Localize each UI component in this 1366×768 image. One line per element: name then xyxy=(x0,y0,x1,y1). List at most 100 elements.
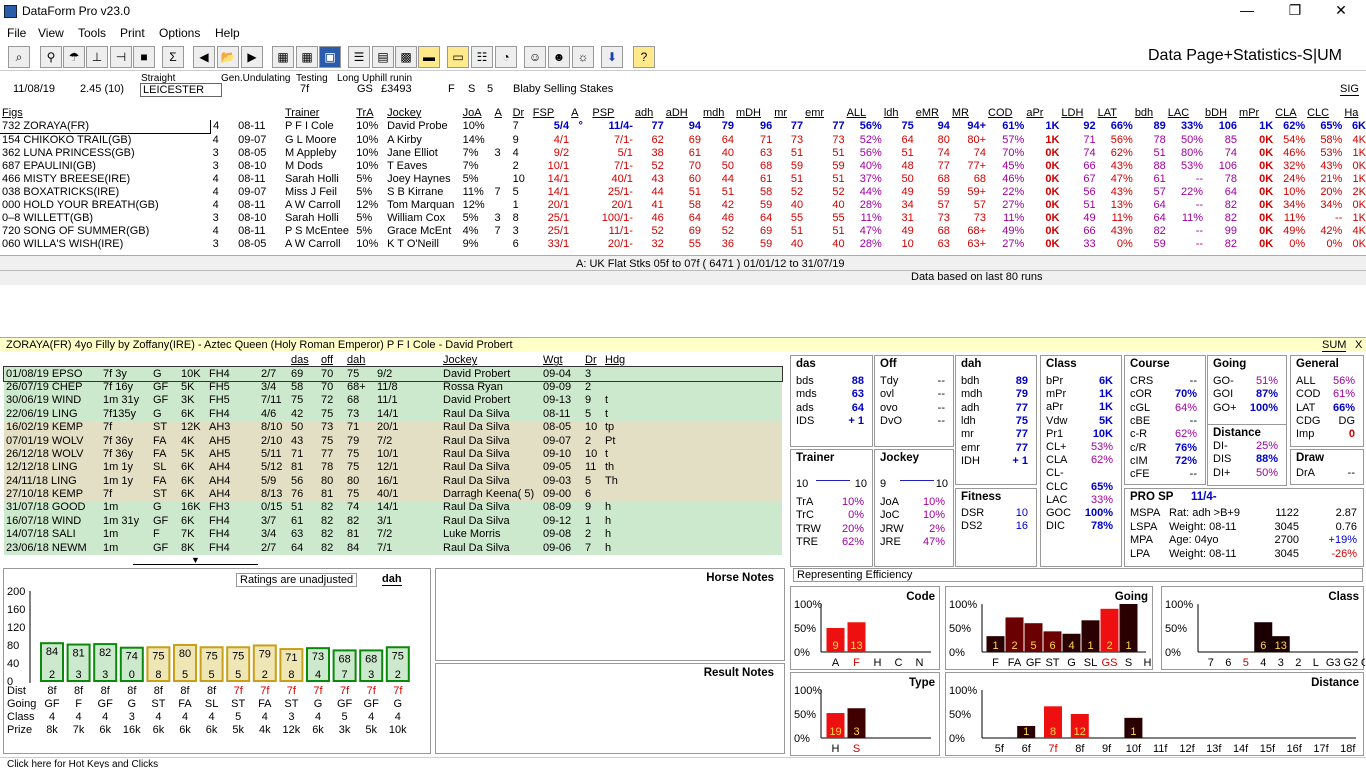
runner-row[interactable]: 154 CHIKOKO TRAIL(GB) 4 09-07 G L Moore 10% A… xyxy=(0,134,1366,148)
scroll-arrow[interactable]: ▼ xyxy=(133,556,258,565)
table-icon[interactable]: ☰ xyxy=(348,46,370,68)
close-icon[interactable]: ✕ xyxy=(1326,2,1356,19)
form-row[interactable]: 14/07/18 SALI 1m F 7K FH4 3/4 63 82 81 7/2 Luke Mo… xyxy=(4,528,782,542)
close-panel-icon[interactable]: X xyxy=(1355,339,1362,351)
runners-header-cell[interactable]: MR xyxy=(950,106,986,120)
list-icon[interactable]: ☷ xyxy=(471,46,493,68)
runners-header-cell[interactable]: CLA xyxy=(1273,106,1305,120)
runner-row[interactable]: 732 ZORAYA(FR) 4 08-11 P F I Cole 10% David P… xyxy=(0,120,1366,134)
eff-code-panel[interactable]: Code 100% 50% 0% 9 A 13 F H C N xyxy=(790,586,940,670)
runners-header-cell[interactable]: mr xyxy=(772,106,803,120)
folder-icon[interactable]: ▭ xyxy=(447,46,469,68)
runners-header-cell[interactable]: mdh xyxy=(701,106,734,120)
runners-header-cell[interactable] xyxy=(211,106,237,120)
form-header-cell[interactable]: dah xyxy=(345,354,375,367)
eff-class-panel[interactable]: Class100%50%0%765641332LG3G2G1 xyxy=(1161,586,1365,670)
runners-header-cell[interactable]: PSP xyxy=(590,106,633,120)
bulb-icon[interactable]: ☼ xyxy=(572,46,594,68)
runners-header-cell[interactable] xyxy=(236,106,283,120)
umbrella-icon[interactable]: ☂ xyxy=(63,46,85,68)
runner-row[interactable]: 687 EPAULINI(GB) 3 08-10 M Dods 10% T Eaves 7%… xyxy=(0,160,1366,173)
form-row[interactable]: 24/11/18 LING 1m 1y FA 6K AH4 5/9 56 80 80 16/1 Ra… xyxy=(4,474,782,488)
square-icon[interactable]: ■ xyxy=(133,46,155,68)
arrow-down-icon[interactable]: ⬇ xyxy=(601,46,623,68)
form-header-cell[interactable] xyxy=(4,354,101,367)
runners-header-cell[interactable]: CLC xyxy=(1305,106,1342,120)
runners-header-cell[interactable]: mPr xyxy=(1237,106,1273,120)
runners-header-cell[interactable]: TrA xyxy=(354,106,385,120)
runners-header-cell[interactable]: mDH xyxy=(734,106,772,120)
folder-open-icon[interactable]: 📂 xyxy=(217,46,239,68)
off-panel[interactable]: Off Tdy -- ovl -- ovo -- DvO -- xyxy=(874,355,954,447)
dots-icon[interactable]: ▩ xyxy=(395,46,417,68)
course-name[interactable]: LEICESTER xyxy=(140,83,222,97)
form-header-cell[interactable] xyxy=(151,354,179,367)
form-row[interactable]: 23/06/18 NEWM 1m GF 8K FH4 2/7 64 82 84 7/1 Raul D… xyxy=(4,541,782,555)
pin-icon[interactable]: ⊥ xyxy=(86,46,108,68)
runner-row[interactable]: 362 LUNA PRINCESS(GB) 3 08-05 M Appleby 10% J… xyxy=(0,147,1366,160)
next-icon[interactable]: ▶ xyxy=(241,46,263,68)
runner-row[interactable]: 720 SONG OF SUMMER(GB) 4 08-11 P S McEntee 5… xyxy=(0,225,1366,238)
trainer-panel[interactable]: Trainer TrA 10% TrC 0% TRW 20% TRE 62% 10 10 xyxy=(790,449,873,567)
runners-header-cell[interactable]: LDH xyxy=(1059,106,1095,120)
people-icon[interactable]: ☻ xyxy=(548,46,570,68)
form-row[interactable]: 07/01/19 WOLV 7f 36y FA 4K AH5 2/10 43 75 79 7/2 R… xyxy=(4,434,782,448)
menu-tools[interactable]: Tools xyxy=(78,26,106,40)
runners-header-cell[interactable]: Dr xyxy=(511,106,531,120)
result-notes-panel[interactable]: Result Notes xyxy=(435,663,785,754)
runners-header-cell[interactable]: bdh xyxy=(1133,106,1166,120)
runners-header-cell[interactable]: LAT xyxy=(1096,106,1133,120)
person-icon[interactable]: ☺ xyxy=(524,46,546,68)
runner-row[interactable]: 0–8 WILLETT(GB) 3 08-10 Sarah Holli 5% Willia… xyxy=(0,212,1366,225)
runner-row[interactable]: 038 BOXATRICKS(IRE) 4 09-07 Miss J Feil 5% S … xyxy=(0,186,1366,199)
form-header-cell[interactable]: off xyxy=(319,354,345,367)
runners-header-cell[interactable]: aPr xyxy=(1024,106,1059,120)
form-header-cell[interactable]: Hdg xyxy=(603,354,782,367)
das-panel[interactable]: das bds 88 mds 63 ads 64 IDS + 1 xyxy=(790,355,873,447)
form-row[interactable]: 01/08/19 EPSO 7f 3y G 10K FH4 2/7 69 70 75 9/2 Dav… xyxy=(3,366,783,382)
binoculars-icon[interactable]: ⌕ xyxy=(8,46,30,68)
distance-panel[interactable]: Distance DI- 25% DIS 88% DI+ 50% xyxy=(1207,424,1287,486)
menu-help[interactable]: Help xyxy=(215,26,240,40)
status-bar[interactable]: Click here for Hot Keys and Clicks xyxy=(0,757,1366,768)
runners-header-cell[interactable]: A xyxy=(569,106,590,120)
runners-header-cell[interactable]: ldh xyxy=(882,106,914,120)
form-row[interactable]: 16/07/18 WIND 1m 31y GF 6K FH4 3/7 61 82 82 3/1 Ra… xyxy=(4,514,782,529)
runners-header-cell[interactable]: Jockey xyxy=(385,106,461,120)
runners-header-cell[interactable]: COD xyxy=(986,106,1024,120)
menu-file[interactable]: File xyxy=(7,26,26,40)
form-row[interactable]: 22/06/19 LING 7f135y G 6K FH4 4/6 42 75 73 14/1 Ra… xyxy=(4,407,782,421)
split-icon[interactable]: ▤ xyxy=(372,46,394,68)
form-row[interactable]: 26/07/19 CHEP 7f 16y GF 5K FH5 3/4 58 70 68+ 11/8… xyxy=(4,380,782,395)
form-header-cell[interactable]: das xyxy=(289,354,319,367)
pushpin-icon[interactable]: ⊣ xyxy=(110,46,132,68)
runners-header-cell[interactable]: adh xyxy=(633,106,664,120)
form-header-cell[interactable] xyxy=(179,354,207,367)
form-row[interactable]: 16/02/19 KEMP 7f ST 12K AH3 8/10 50 73 71 20/1 Rau… xyxy=(4,420,782,435)
eff-distance-panel[interactable]: Distance 100% 50% 0% 5f 1 6f 8 7f 12 8f 9f 1 10f 11f 12… xyxy=(945,672,1364,756)
runners-header-cell[interactable]: bDH xyxy=(1203,106,1237,120)
eff-type-panel[interactable]: Type 100% 50% 0% 19 H 3 S xyxy=(790,672,940,756)
form-row[interactable]: 12/12/18 LING 1m 1y SL 6K AH4 5/12 81 78 75 12/1 R… xyxy=(4,461,782,475)
runners-header-cell[interactable]: Figs xyxy=(0,106,211,120)
form-header-cell[interactable] xyxy=(207,354,259,367)
form-header-cell[interactable]: Wgt xyxy=(541,354,583,367)
dah-panel[interactable]: dah bdh 89 mdh 79 adh 77 ldh 75 mr 77 emr 77 IDH + 1 xyxy=(955,355,1037,485)
menu-view[interactable]: View xyxy=(38,26,64,40)
runner-row[interactable]: 466 MISTY BREESE(IRE) 4 08-11 Sarah Holli 5%… xyxy=(0,173,1366,186)
runners-header-cell[interactable]: JoA xyxy=(461,106,493,120)
eff-going-panel[interactable]: Going 100% 50% 0% 1 F 2 FA 5 GF 6 ST 4 G 1 SL 2 GS 1 S H xyxy=(945,586,1153,670)
runners-header-cell[interactable]: LAC xyxy=(1166,106,1203,120)
grid-icon[interactable]: ▦ xyxy=(272,46,294,68)
form-header-cell[interactable] xyxy=(101,354,151,367)
runner-row[interactable]: 000 HOLD YOUR BREATH(GB) 4 08-11 A W Carrol… xyxy=(0,199,1366,212)
runners-header-cell[interactable]: Ha xyxy=(1342,106,1366,120)
horse-notes-panel[interactable]: Horse Notes xyxy=(435,568,785,661)
form-header-cell[interactable]: Dr xyxy=(583,354,603,367)
note-icon[interactable]: ▬ xyxy=(418,46,440,68)
minimize-icon[interactable]: — xyxy=(1232,2,1262,18)
form-header-cell[interactable] xyxy=(375,354,441,367)
form-row[interactable]: 26/12/18 WOLV 7f 36y FA 5K AH5 5/11 71 77 75 10/1… xyxy=(4,447,782,462)
runners-header-cell[interactable]: A xyxy=(493,106,511,120)
search-icon[interactable]: ⚲ xyxy=(40,46,62,68)
